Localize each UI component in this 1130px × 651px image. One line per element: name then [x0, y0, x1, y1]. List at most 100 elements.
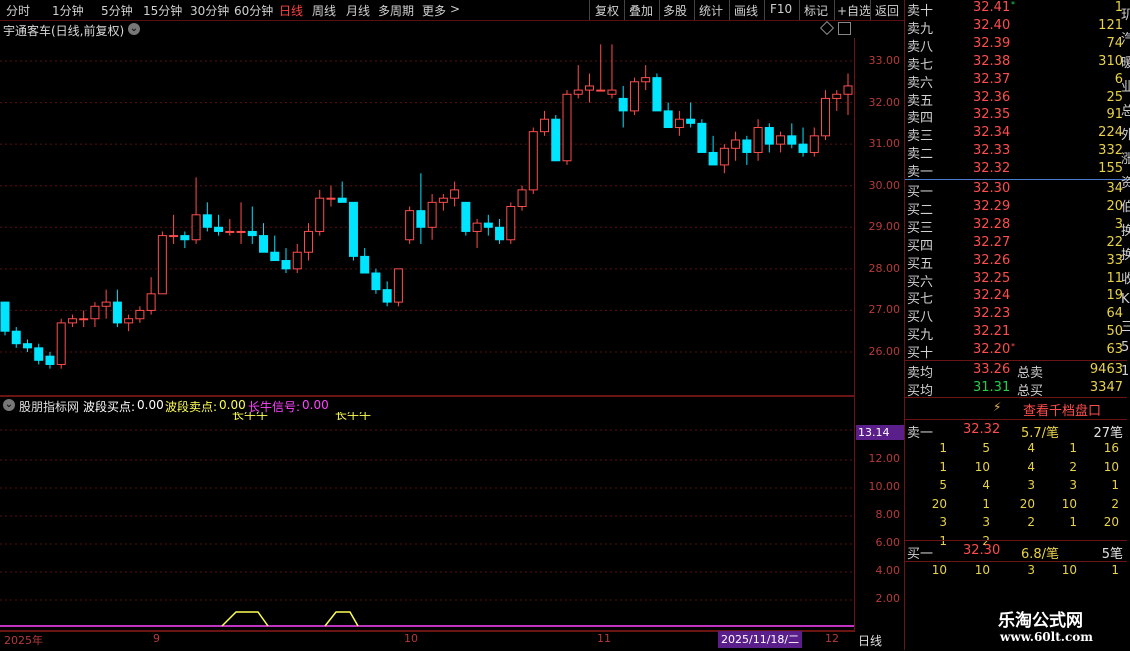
- candle-body: [337, 197, 347, 203]
- depth-cell: 5: [982, 441, 990, 455]
- price-tick: 31.00: [868, 137, 901, 150]
- bid-row[interactable]: 买十 32.20 * 63: [905, 342, 1123, 361]
- ind-tick: 4.00: [875, 564, 901, 577]
- ask-row[interactable]: 卖一 32.32 155: [905, 161, 1123, 181]
- add-favorite-button[interactable]: +自选: [837, 2, 871, 19]
- tab-multi-period[interactable]: 多周期: [378, 2, 414, 19]
- depth-cell: 10: [1061, 563, 1077, 577]
- candle-body: [326, 197, 336, 200]
- diamond-icon[interactable]: [819, 20, 835, 36]
- candle-body: [180, 235, 190, 241]
- price-tick: 27.00: [868, 303, 901, 316]
- depth-cell: 10: [974, 563, 990, 577]
- ind-tick: 8.00: [875, 508, 901, 521]
- candle-body: [270, 251, 280, 262]
- ask-row[interactable]: 卖七 32.38 310: [905, 54, 1123, 73]
- price-tick: 33.00: [868, 54, 901, 67]
- candle-body: [686, 118, 696, 124]
- ask-row[interactable]: 卖十 32.41 * 1: [905, 0, 1123, 19]
- bid-row[interactable]: 买六 32.25 11: [905, 271, 1123, 290]
- ask-row[interactable]: 卖八 32.39 74: [905, 36, 1123, 55]
- multi-stock-button[interactable]: 多股: [663, 2, 687, 19]
- draw-line-button[interactable]: 画线: [734, 2, 758, 19]
- clipped-char: 5: [1121, 340, 1130, 355]
- candle-body: [236, 230, 246, 233]
- avg-sell-row: 卖均 33.26 总卖 9463: [907, 362, 1123, 381]
- statistics-button[interactable]: 统计: [699, 2, 723, 19]
- order-book-panel: 卖十 32.41 * 1 卖九 32.40 121 卖八 32.39 74 卖七 32.38 310 卖六…: [904, 0, 1130, 650]
- tab-daily[interactable]: 日线: [279, 2, 303, 19]
- ask-level-label: 卖四: [907, 111, 934, 127]
- restore-rights-button[interactable]: 复权: [595, 2, 619, 19]
- candle-body: [596, 89, 606, 92]
- depth-cell: 10: [1103, 459, 1119, 474]
- depth-cell: 2: [1069, 459, 1077, 474]
- ask-level-label: 卖一: [907, 165, 934, 181]
- tab-1min[interactable]: 1分钟: [52, 2, 84, 19]
- candle: [809, 127, 819, 157]
- candle-body: [202, 214, 212, 228]
- depth-cell: 16: [1103, 441, 1119, 455]
- bid-row[interactable]: 买三 32.28 3: [905, 217, 1123, 236]
- bid-row[interactable]: 买七 32.24 19: [905, 288, 1123, 307]
- f10-button[interactable]: F10: [770, 2, 792, 16]
- back-button[interactable]: 返回: [875, 2, 899, 19]
- candle-body: [348, 201, 358, 257]
- tab-5min[interactable]: 5分钟: [101, 2, 133, 19]
- ask-row[interactable]: 卖四 32.35 91: [905, 107, 1123, 127]
- tab-60min[interactable]: 60分钟: [234, 2, 273, 19]
- depth-cell: 3: [1027, 563, 1035, 577]
- ind-tick: 2.00: [875, 592, 901, 605]
- clipped-char: 伯: [1121, 200, 1130, 215]
- bid-row[interactable]: 买八 32.23 64: [905, 306, 1123, 325]
- bid-price: 32.24: [973, 288, 1011, 304]
- bid-row[interactable]: 买九 32.21 50: [905, 324, 1123, 343]
- clipped-char: 换: [1121, 248, 1130, 263]
- tab-weekly[interactable]: 周线: [312, 2, 336, 19]
- ask-row[interactable]: 卖二 32.33 332: [905, 143, 1123, 163]
- candle: [764, 123, 774, 153]
- period-label[interactable]: 日线: [858, 632, 882, 649]
- mark-button[interactable]: 标记: [804, 2, 828, 19]
- ask-row[interactable]: 卖九 32.40 121: [905, 18, 1123, 37]
- bid-level-label: 买三: [907, 220, 934, 236]
- ask-row[interactable]: 卖六 32.37 6: [905, 72, 1123, 91]
- tab-more[interactable]: 更多: [422, 2, 446, 19]
- tab-fenshi[interactable]: 分时: [6, 2, 30, 19]
- tab-15min[interactable]: 15分钟: [143, 2, 182, 19]
- candle: [34, 343, 44, 365]
- indicator-chart[interactable]: [0, 414, 855, 630]
- bid-row[interactable]: 买二 32.29 20: [905, 198, 1123, 218]
- chevron-down-icon[interactable]: ⌄: [128, 23, 140, 35]
- ask-row[interactable]: 卖五 32.36 25: [905, 90, 1123, 109]
- candle-body: [674, 118, 684, 129]
- candle: [832, 90, 842, 111]
- tab-monthly[interactable]: 月线: [346, 2, 370, 19]
- candle-body: [798, 143, 808, 153]
- view-thousand-level-button[interactable]: 查看千档盘口: [1023, 400, 1101, 419]
- candle-body: [101, 301, 111, 307]
- bid-level-label: 买六: [907, 274, 934, 290]
- bid-row[interactable]: 买五 32.26 33: [905, 253, 1123, 272]
- clipped-char: K: [1121, 292, 1130, 307]
- ask-row[interactable]: 卖三 32.34 224: [905, 125, 1123, 144]
- overlay-button[interactable]: 叠加: [629, 2, 653, 19]
- candle: [405, 206, 415, 244]
- candle: [303, 223, 313, 261]
- candle: [641, 65, 651, 91]
- candle: [528, 127, 538, 195]
- bid-row[interactable]: 买一 32.30 34: [905, 181, 1123, 200]
- sell-point-signal: [221, 611, 269, 627]
- stock-title[interactable]: 宇通客车(日线,前复权): [3, 22, 124, 39]
- bid-row[interactable]: 买四 32.27 22: [905, 235, 1123, 254]
- tab-30min[interactable]: 30分钟: [190, 2, 229, 19]
- ask-level-label: 卖二: [907, 147, 934, 163]
- spread-divider: [905, 179, 1130, 180]
- window-icon[interactable]: [838, 22, 851, 35]
- bid-price: 32.29: [973, 198, 1011, 214]
- depth-grid-row: 3 3 2 1 20: [905, 515, 1127, 533]
- candle: [798, 127, 808, 157]
- candlestick-chart[interactable]: [0, 38, 855, 395]
- ask-price: 32.41: [973, 0, 1011, 15]
- ask-level-label: 卖九: [907, 21, 934, 37]
